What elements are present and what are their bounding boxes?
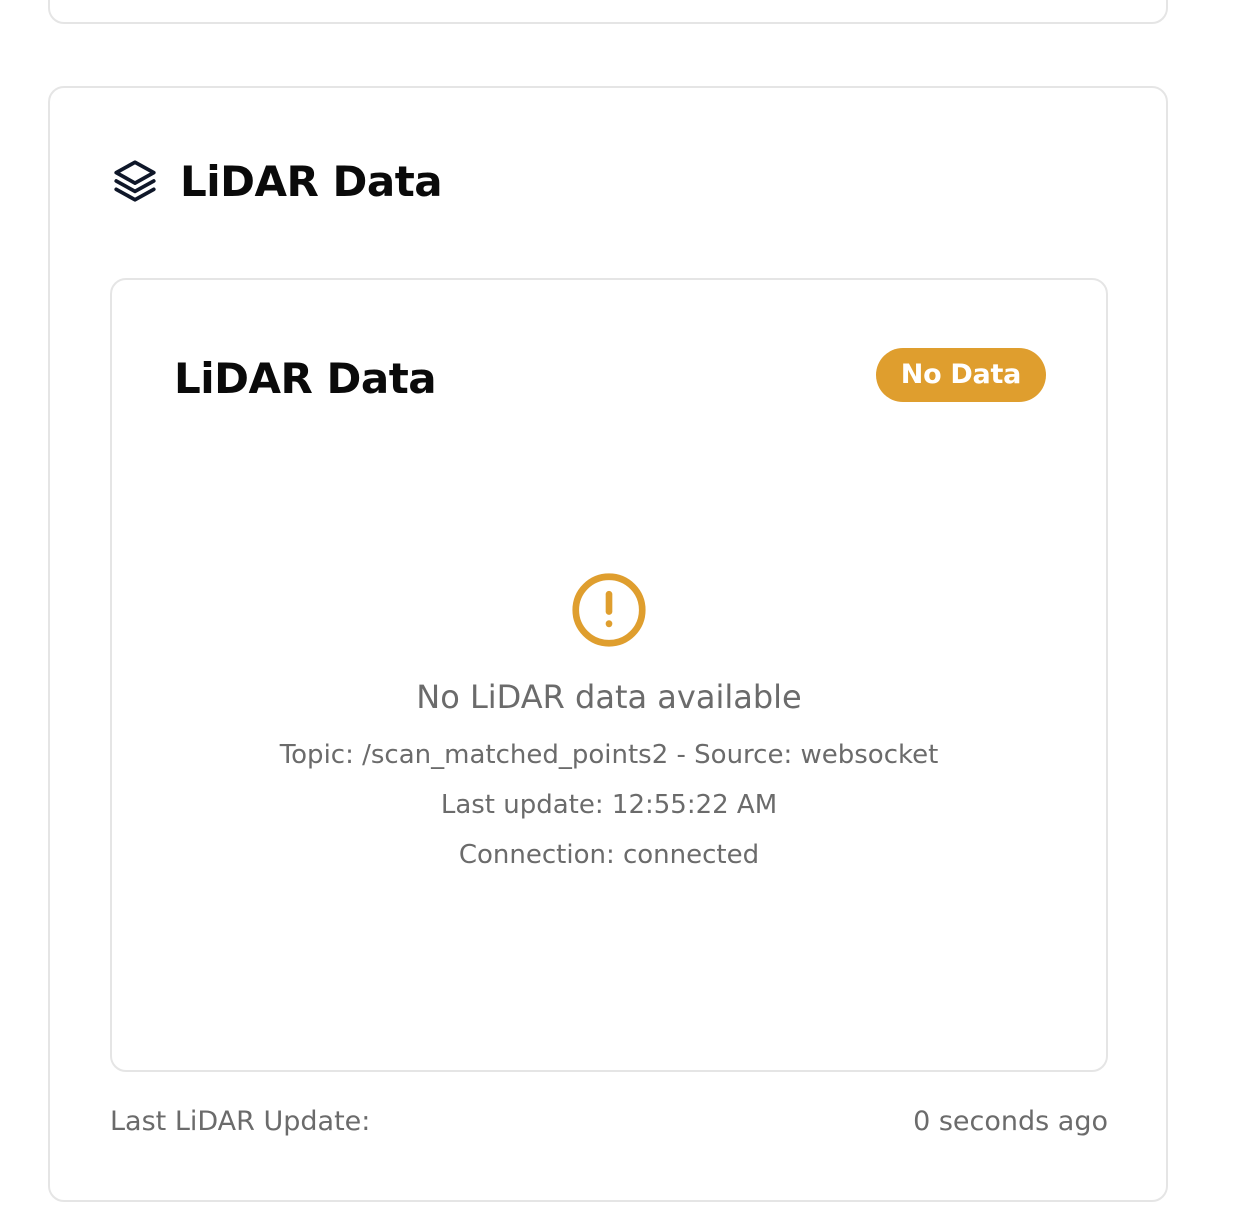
card-footer: Last LiDAR Update: 0 seconds ago bbox=[110, 1106, 1108, 1137]
panel-title: LiDAR Data bbox=[174, 354, 437, 403]
alert-circle-icon bbox=[572, 573, 646, 647]
status-badge: No Data bbox=[875, 348, 1046, 402]
lidar-card: LiDAR Data LiDAR Data No Data No LiDAR d… bbox=[48, 86, 1168, 1202]
empty-message: No LiDAR data available bbox=[416, 678, 802, 716]
layers-icon bbox=[114, 160, 156, 202]
page: LiDAR Data LiDAR Data No Data No LiDAR d… bbox=[0, 0, 1242, 1227]
card-header: LiDAR Data bbox=[110, 156, 443, 206]
lidar-panel: LiDAR Data No Data No LiDAR data availab… bbox=[110, 278, 1108, 1072]
footer-value: 0 seconds ago bbox=[913, 1106, 1108, 1137]
last-update-line: Last update: 12:55:22 AM bbox=[440, 790, 778, 820]
connection-line: Connection: connected bbox=[458, 840, 760, 870]
card-title: LiDAR Data bbox=[180, 156, 443, 206]
topic-line: Topic: /scan_matched_points2 - Source: w… bbox=[279, 740, 939, 770]
footer-label: Last LiDAR Update: bbox=[110, 1106, 371, 1137]
previous-card bbox=[48, 0, 1168, 24]
empty-state: No LiDAR data available Topic: /scan_mat… bbox=[112, 572, 1106, 880]
